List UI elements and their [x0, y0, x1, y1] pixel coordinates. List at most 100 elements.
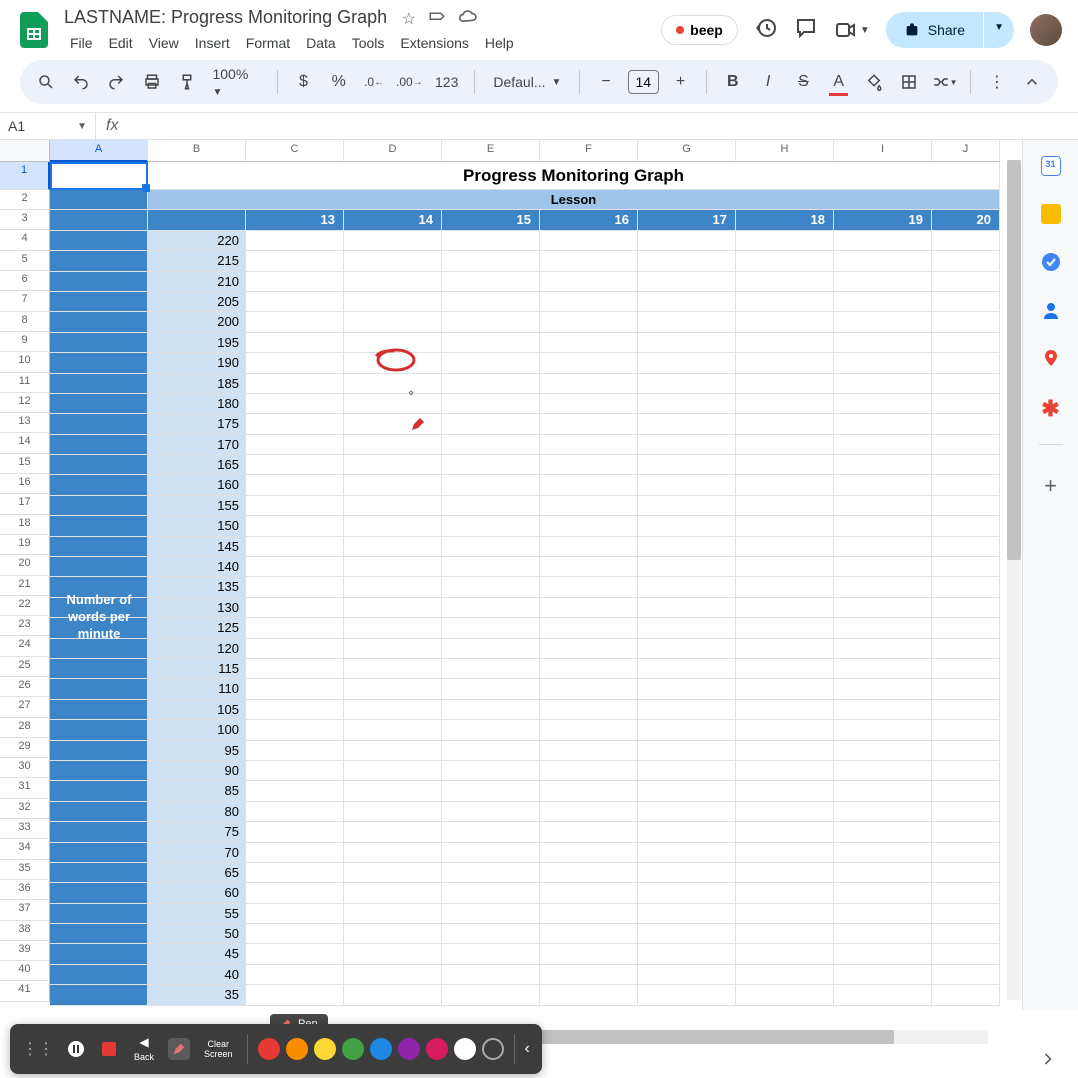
- ylabel-cell[interactable]: [50, 802, 148, 822]
- data-cell[interactable]: [246, 944, 344, 964]
- data-cell[interactable]: [834, 965, 932, 985]
- data-cell[interactable]: [834, 475, 932, 495]
- ylabel-cell[interactable]: [50, 414, 148, 434]
- data-cell[interactable]: [932, 537, 1000, 557]
- cell-a3[interactable]: [50, 210, 148, 230]
- data-cell[interactable]: [344, 537, 442, 557]
- cell-b3[interactable]: [148, 210, 246, 230]
- data-cell[interactable]: [442, 618, 540, 638]
- increase-decimal-icon[interactable]: .00→: [396, 68, 423, 96]
- data-cell[interactable]: [442, 965, 540, 985]
- data-cell[interactable]: [246, 883, 344, 903]
- data-cell[interactable]: [638, 924, 736, 944]
- data-cell[interactable]: [736, 516, 834, 536]
- title-cell[interactable]: Progress Monitoring Graph: [148, 162, 1000, 190]
- data-cell[interactable]: [540, 639, 638, 659]
- wpm-130[interactable]: 130: [148, 598, 246, 618]
- data-cell[interactable]: [344, 659, 442, 679]
- data-cell[interactable]: [442, 761, 540, 781]
- merge-icon[interactable]: ▼: [931, 68, 958, 96]
- data-cell[interactable]: [246, 577, 344, 597]
- color-swatch-3[interactable]: [342, 1038, 364, 1060]
- side-panel-toggle[interactable]: [1038, 1049, 1058, 1074]
- wpm-195[interactable]: 195: [148, 333, 246, 353]
- data-cell[interactable]: [638, 965, 736, 985]
- data-cell[interactable]: [834, 496, 932, 516]
- data-cell[interactable]: [638, 598, 736, 618]
- data-cell[interactable]: [932, 618, 1000, 638]
- data-cell[interactable]: [638, 353, 736, 373]
- row-header-36[interactable]: 36: [0, 880, 50, 900]
- data-cell[interactable]: [638, 333, 736, 353]
- collapse-annot-icon[interactable]: ‹: [525, 1040, 530, 1058]
- data-cell[interactable]: [834, 414, 932, 434]
- name-box[interactable]: A1 ▼: [0, 118, 95, 134]
- ylabel-cell[interactable]: [50, 475, 148, 495]
- data-cell[interactable]: [932, 394, 1000, 414]
- data-cell[interactable]: [540, 679, 638, 699]
- ylabel-cell[interactable]: [50, 455, 148, 475]
- data-cell[interactable]: [540, 374, 638, 394]
- decrease-font-icon[interactable]: −: [592, 68, 619, 96]
- data-cell[interactable]: [932, 781, 1000, 801]
- data-cell[interactable]: [344, 904, 442, 924]
- color-swatch-6[interactable]: [426, 1038, 448, 1060]
- data-cell[interactable]: [344, 679, 442, 699]
- data-cell[interactable]: [540, 353, 638, 373]
- wpm-110[interactable]: 110: [148, 679, 246, 699]
- data-cell[interactable]: [834, 374, 932, 394]
- data-cell[interactable]: [638, 883, 736, 903]
- data-cell[interactable]: [932, 598, 1000, 618]
- currency-icon[interactable]: $: [290, 68, 317, 96]
- data-cell[interactable]: [442, 822, 540, 842]
- data-cell[interactable]: [540, 292, 638, 312]
- data-cell[interactable]: [932, 965, 1000, 985]
- data-cell[interactable]: [344, 455, 442, 475]
- row-header-35[interactable]: 35: [0, 860, 50, 880]
- data-cell[interactable]: [442, 333, 540, 353]
- wpm-155[interactable]: 155: [148, 496, 246, 516]
- data-cell[interactable]: [834, 394, 932, 414]
- menu-data[interactable]: Data: [300, 33, 342, 53]
- ylabel-cell[interactable]: [50, 251, 148, 271]
- row-header-9[interactable]: 9: [0, 332, 50, 352]
- row-header-8[interactable]: 8: [0, 312, 50, 332]
- data-cell[interactable]: [834, 924, 932, 944]
- row-header-21[interactable]: 21: [0, 576, 50, 596]
- data-cell[interactable]: [344, 924, 442, 944]
- data-cell[interactable]: [344, 822, 442, 842]
- data-cell[interactable]: [442, 781, 540, 801]
- data-cell[interactable]: [638, 414, 736, 434]
- wpm-200[interactable]: 200: [148, 312, 246, 332]
- data-cell[interactable]: [442, 496, 540, 516]
- data-cell[interactable]: [834, 741, 932, 761]
- row-header-4[interactable]: 4: [0, 230, 50, 250]
- menu-extensions[interactable]: Extensions: [394, 33, 474, 53]
- data-cell[interactable]: [246, 374, 344, 394]
- wpm-85[interactable]: 85: [148, 781, 246, 801]
- data-cell[interactable]: [344, 231, 442, 251]
- data-cell[interactable]: [246, 924, 344, 944]
- data-cell[interactable]: [246, 618, 344, 638]
- data-cell[interactable]: [344, 985, 442, 1005]
- data-cell[interactable]: [540, 843, 638, 863]
- row-header-40[interactable]: 40: [0, 961, 50, 981]
- ylabel-cell[interactable]: [50, 843, 148, 863]
- vertical-scrollbar[interactable]: [1007, 160, 1021, 1000]
- row-header-34[interactable]: 34: [0, 839, 50, 859]
- data-cell[interactable]: [736, 985, 834, 1005]
- data-cell[interactable]: [638, 251, 736, 271]
- data-cell[interactable]: [540, 965, 638, 985]
- data-cell[interactable]: [344, 292, 442, 312]
- data-cell[interactable]: [442, 292, 540, 312]
- data-cell[interactable]: [736, 679, 834, 699]
- data-cell[interactable]: [638, 557, 736, 577]
- menu-file[interactable]: File: [64, 33, 99, 53]
- data-cell[interactable]: [932, 312, 1000, 332]
- data-cell[interactable]: [246, 292, 344, 312]
- addon-icon[interactable]: ✱: [1041, 396, 1061, 416]
- color-swatch-0[interactable]: [258, 1038, 280, 1060]
- wpm-145[interactable]: 145: [148, 537, 246, 557]
- ylabel-cell[interactable]: [50, 904, 148, 924]
- data-cell[interactable]: [442, 251, 540, 271]
